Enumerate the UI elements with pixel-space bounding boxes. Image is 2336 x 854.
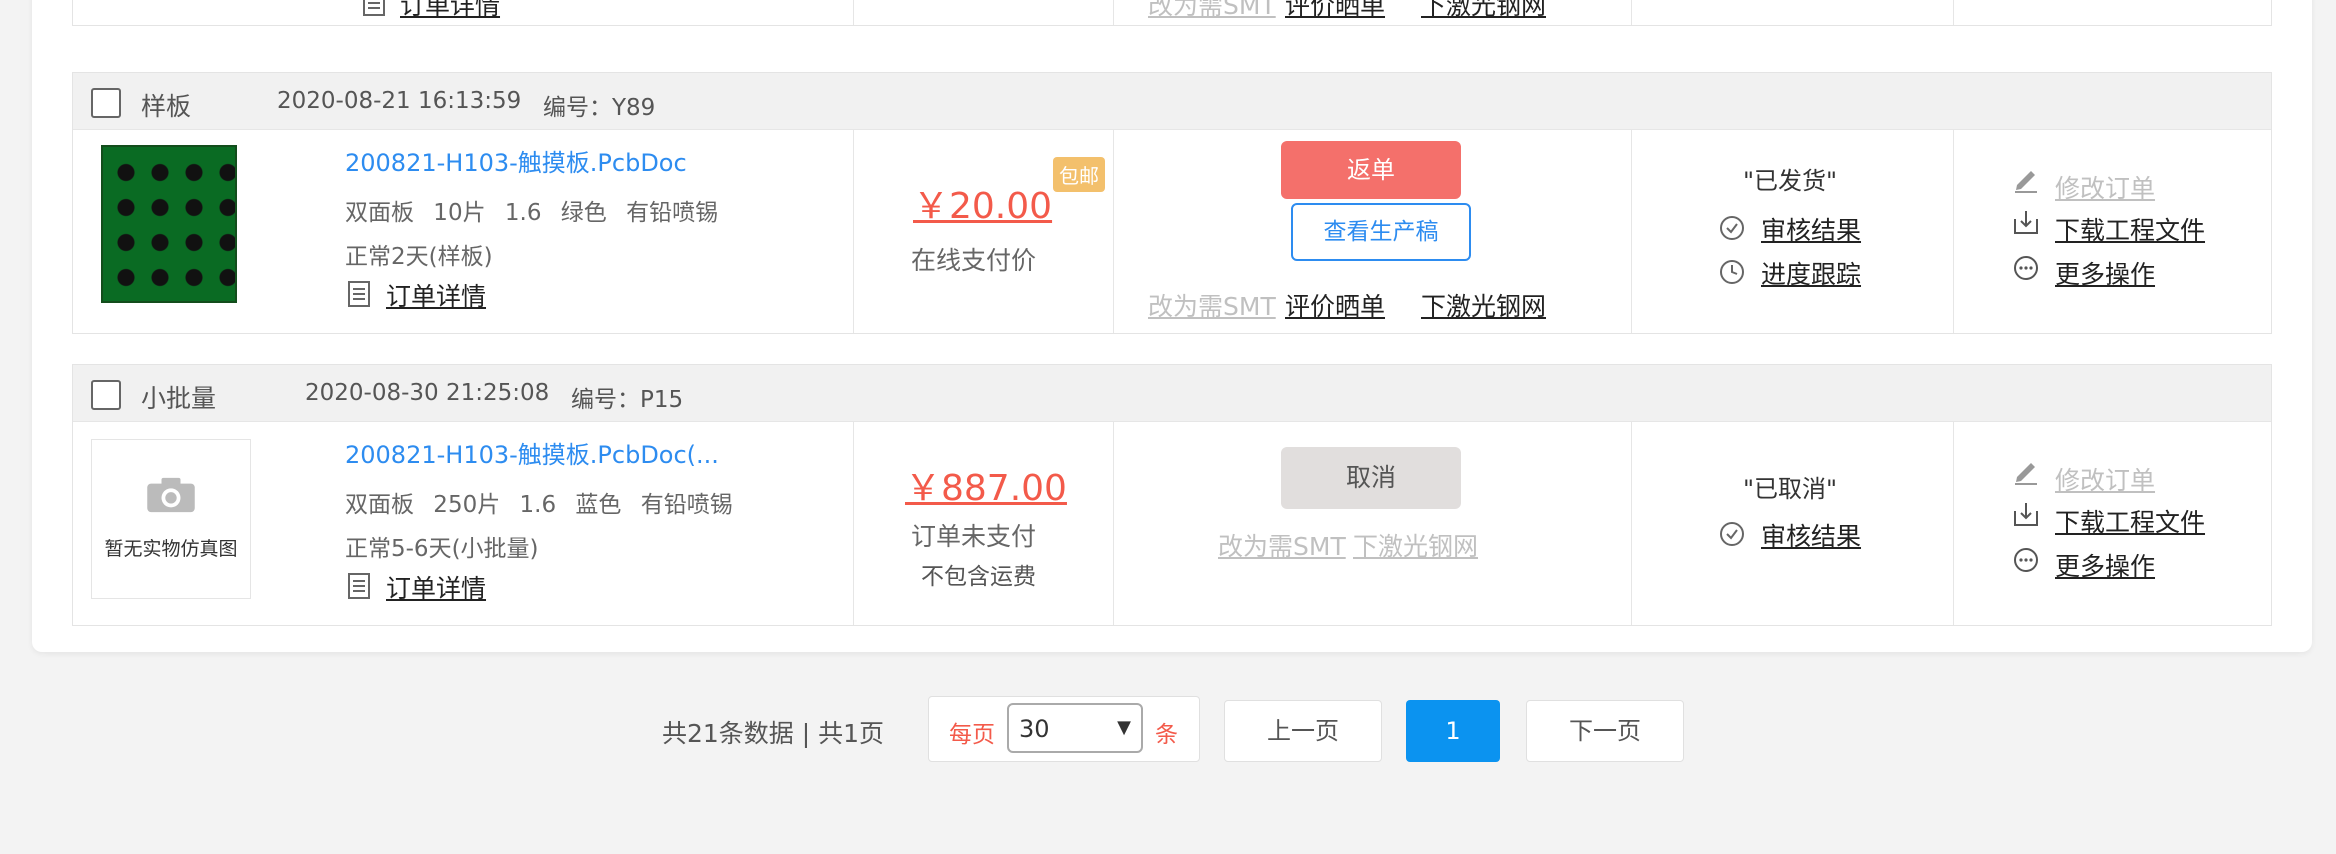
check-circle-icon: [1720, 216, 1744, 240]
more-actions-link[interactable]: 更多操作: [2055, 255, 2155, 291]
prev-page-button[interactable]: 上一页: [1224, 700, 1382, 762]
order-file-name[interactable]: 200821-H103-触摸板.PcbDoc: [345, 143, 687, 178]
view-production-draft-button[interactable]: 查看生产稿: [1291, 203, 1471, 261]
audit-result-link[interactable]: 审核结果: [1761, 211, 1861, 247]
per-page-selector: 每页 30 ▼ 条: [928, 696, 1200, 762]
order-card: 小批量 2020-08-30 21:25:08 编号：P15 暂无实物仿真图 2…: [72, 364, 2272, 626]
more-icon: [2014, 256, 2038, 280]
order-time: 2020-08-21 16:13:59: [277, 88, 522, 114]
download-project-file-link[interactable]: 下载工程文件: [2055, 211, 2205, 247]
smt-link[interactable]: 改为需SMT: [1148, 287, 1276, 323]
order-spec: 双面板 10片 1.6 绿色 有铅喷锡: [345, 200, 719, 226]
check-circle-icon: [1720, 522, 1744, 546]
audit-result-link[interactable]: 审核结果: [1761, 517, 1861, 553]
column-divider: [853, 129, 854, 333]
modify-order-link[interactable]: 修改订单: [2055, 461, 2155, 497]
progress-tracking-link[interactable]: 进度跟踪: [1761, 255, 1861, 291]
document-icon: [348, 573, 370, 599]
pcb-thumbnail: [101, 145, 237, 303]
order-time: 2020-08-30 21:25:08: [305, 380, 550, 406]
order-checkbox[interactable]: [91, 88, 121, 118]
per-page-value: 30: [1019, 715, 1050, 743]
order-code: 编号：P15: [571, 387, 684, 413]
order-checkbox[interactable]: [91, 380, 121, 410]
download-project-file-link[interactable]: 下载工程文件: [2055, 503, 2205, 539]
per-page-select[interactable]: 30 ▼: [1007, 703, 1143, 753]
document-icon: [363, 0, 385, 16]
price-note: 在线支付价: [911, 246, 1037, 275]
download-icon: [2014, 503, 2038, 526]
price-note: 订单未支付: [911, 522, 1037, 551]
modify-order-link[interactable]: 修改订单: [2055, 169, 2155, 205]
review-link[interactable]: 评价晒单: [1285, 0, 1385, 22]
edit-icon: [2015, 171, 2037, 193]
order-price: ￥20.00: [913, 186, 1053, 227]
order-status: "已取消": [1743, 475, 1838, 503]
column-divider: [1953, 129, 1954, 333]
dropdown-arrow-icon: ▼: [1117, 717, 1131, 738]
laser-stencil-link[interactable]: 下激光钢网: [1421, 0, 1546, 22]
order-lead-time: 正常5-6天(小批量): [345, 536, 539, 562]
no-photo-caption: 暂无实物仿真图: [104, 538, 238, 560]
current-page-button[interactable]: 1: [1406, 700, 1500, 762]
order-detail-link[interactable]: 订单详情: [386, 277, 486, 313]
per-page-unit: 条: [1155, 722, 1178, 748]
no-photo-placeholder: 暂无实物仿真图: [91, 439, 251, 599]
order-spec: 双面板 250片 1.6 蓝色 有铅喷锡: [345, 492, 733, 518]
edit-icon: [2015, 463, 2037, 485]
laser-stencil-link[interactable]: 下激光钢网: [1353, 527, 1478, 563]
clock-icon: [1720, 260, 1744, 284]
order-status: "已发货": [1743, 167, 1838, 195]
more-actions-link[interactable]: 更多操作: [2055, 547, 2155, 583]
order-header: 小批量 2020-08-30 21:25:08 编号：P15: [73, 365, 2271, 422]
column-divider: [1953, 421, 1954, 625]
order-code: 编号：Y89: [543, 95, 656, 121]
order-file-name[interactable]: 200821-H103-触摸板.PcbDoc(...: [345, 435, 719, 470]
review-link[interactable]: 评价晒单: [1285, 287, 1385, 323]
order-type: 小批量: [141, 384, 217, 413]
more-icon: [2014, 548, 2038, 572]
camera-icon: [147, 477, 195, 513]
column-divider: [853, 0, 854, 25]
cancel-button[interactable]: 取消: [1281, 447, 1461, 509]
order-list-card: 订单详情 改为需SMT 评价晒单 下激光钢网 样板 2020-08-21 16:…: [32, 0, 2312, 652]
order-card: 样板 2020-08-21 16:13:59 编号：Y89 200821-H10…: [72, 72, 2272, 334]
order-type: 样板: [141, 92, 192, 121]
smt-link[interactable]: 改为需SMT: [1148, 0, 1276, 22]
order-list-page: 订单详情 改为需SMT 评价晒单 下激光钢网 样板 2020-08-21 16:…: [0, 0, 2336, 854]
order-detail-link[interactable]: 订单详情: [400, 0, 500, 22]
reorder-button[interactable]: 返单: [1281, 141, 1461, 199]
column-divider: [1113, 129, 1114, 333]
pagination-summary: 共21条数据 | 共1页: [662, 719, 885, 748]
order-lead-time: 正常2天(样板): [345, 244, 493, 270]
download-icon: [2014, 211, 2038, 234]
order-partial: 订单详情 改为需SMT 评价晒单 下激光钢网: [72, 0, 2272, 26]
column-divider: [1113, 0, 1114, 25]
order-detail-link[interactable]: 订单详情: [386, 569, 486, 605]
free-shipping-badge: 包邮: [1053, 157, 1105, 192]
smt-link[interactable]: 改为需SMT: [1218, 527, 1346, 563]
column-divider: [1631, 0, 1632, 25]
per-page-label: 每页: [949, 722, 995, 748]
column-divider: [1631, 421, 1632, 625]
column-divider: [1113, 421, 1114, 625]
document-icon: [348, 281, 370, 307]
column-divider: [853, 421, 854, 625]
shipping-note: 不包含运费: [921, 564, 1036, 590]
order-price: ￥887.00: [905, 468, 1067, 509]
column-divider: [1953, 0, 1954, 25]
next-page-button[interactable]: 下一页: [1526, 700, 1684, 762]
laser-stencil-link[interactable]: 下激光钢网: [1421, 287, 1546, 323]
order-header: 样板 2020-08-21 16:13:59 编号：Y89: [73, 73, 2271, 130]
column-divider: [1631, 129, 1632, 333]
